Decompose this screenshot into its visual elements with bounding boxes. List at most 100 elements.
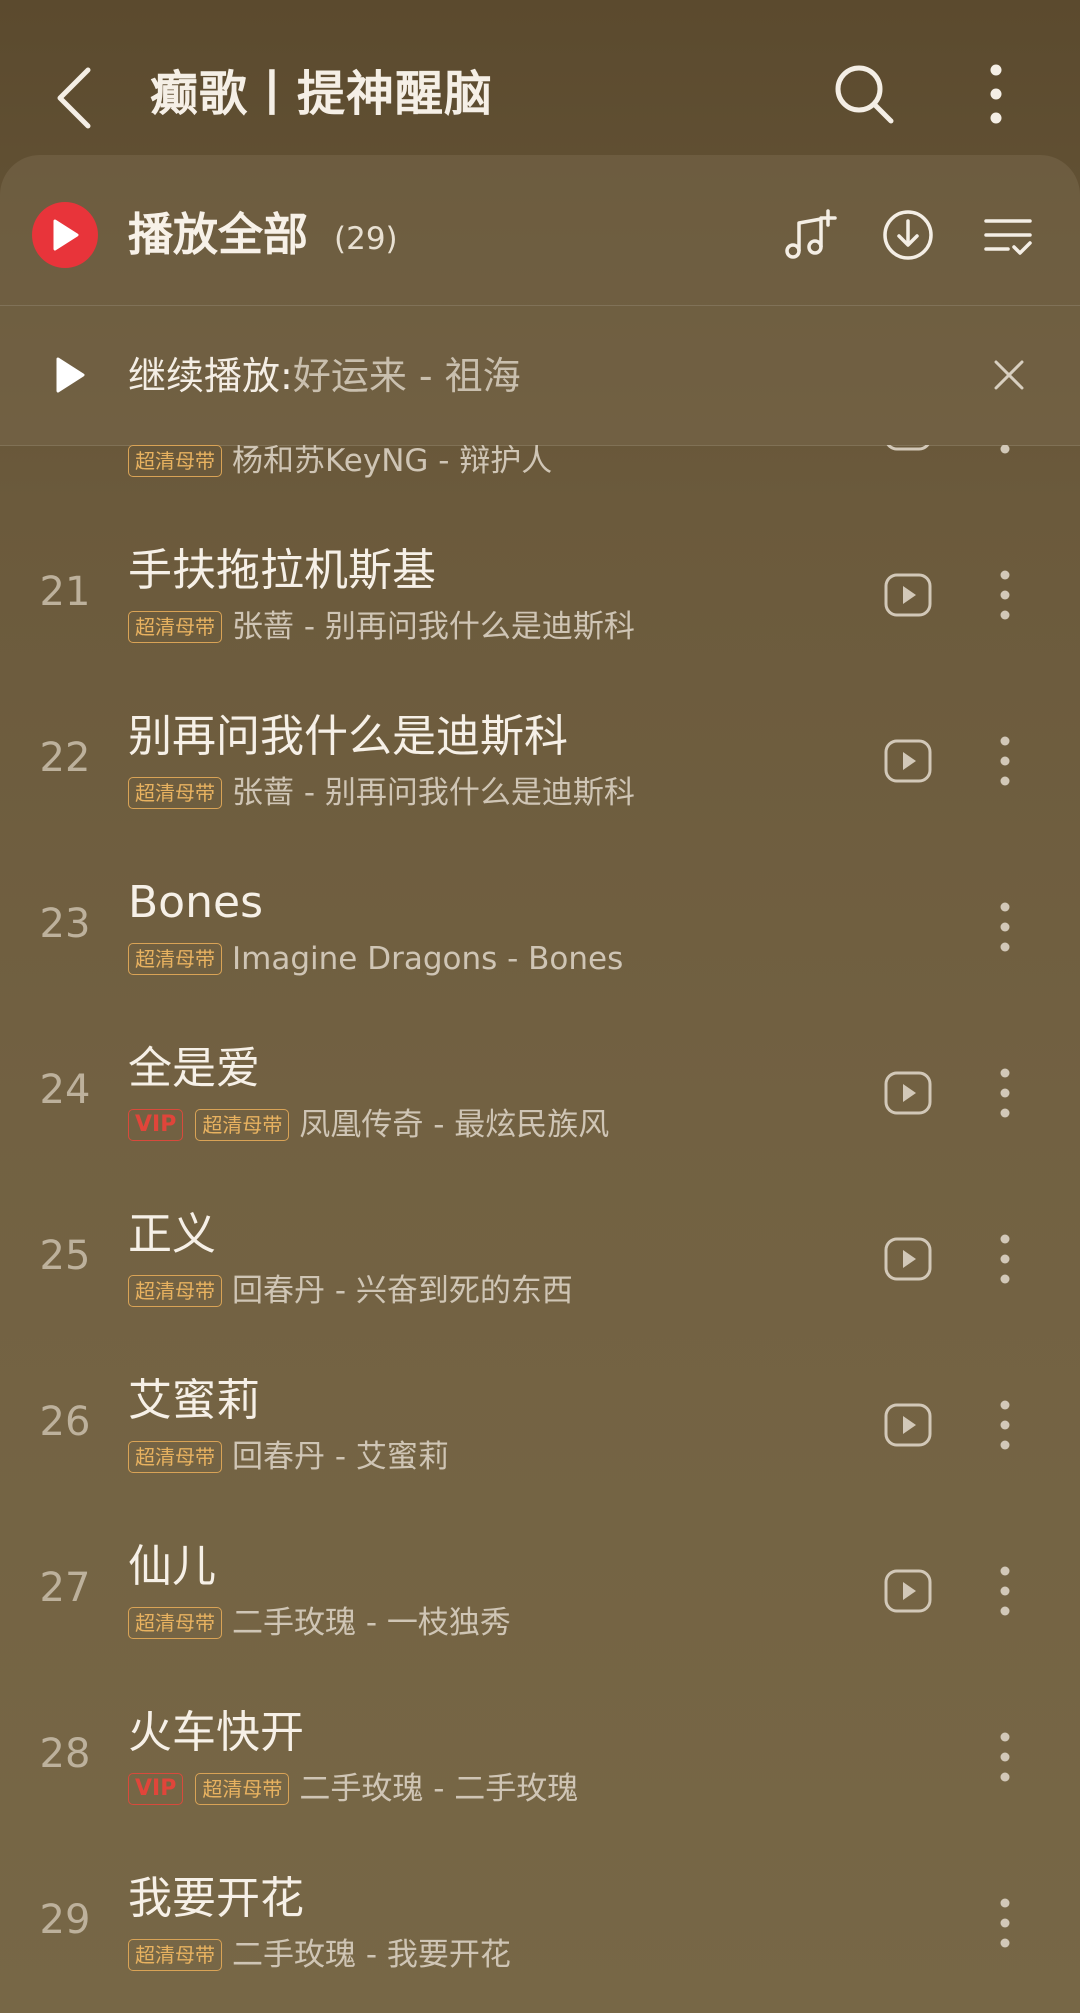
quality-badge: 超清母带: [195, 1109, 290, 1141]
more-vertical-icon: [990, 64, 1002, 124]
song-row[interactable]: 23 Bones 超清母带 Imagine Dragons - Bones: [0, 843, 1080, 1009]
song-list: 20 超清母带 杨和苏KeyNG - 辩护人 21 手扶拖拉机斯基 超清母带 张…: [0, 445, 1080, 2013]
song-row[interactable]: 24 全是爱 VIP 超清母带 凤凰传奇 - 最炫民族风: [0, 1009, 1080, 1175]
more-vertical-icon: [1000, 1732, 1010, 1782]
page-title: 癫歌丨提神醒脑: [150, 66, 494, 122]
song-meta: VIP 超清母带 凤凰传奇 - 最炫民族风: [128, 1105, 609, 1145]
more-vertical-icon: [1000, 902, 1010, 952]
search-button[interactable]: [826, 56, 902, 132]
song-more-button[interactable]: [990, 1063, 1020, 1123]
quality-badge: 超清母带: [195, 1773, 290, 1805]
song-number: 28: [39, 1731, 91, 1777]
playlist-header-panel: 播放全部 (29) 继续播放:好运来 - 祖海: [0, 155, 1080, 446]
more-vertical-icon: [1000, 1234, 1010, 1284]
song-number: 25: [39, 1233, 91, 1279]
song-row[interactable]: 21 手扶拖拉机斯基 超清母带 张蔷 - 别再问我什么是迪斯科: [0, 511, 1080, 677]
song-title: Bones: [128, 877, 263, 928]
mv-button[interactable]: [880, 1397, 936, 1453]
song-more-button[interactable]: [990, 1727, 1020, 1787]
song-row[interactable]: 26 艾蜜莉 超清母带 回春丹 - 艾蜜莉: [0, 1341, 1080, 1507]
back-button[interactable]: [44, 60, 104, 136]
song-number: 23: [39, 901, 91, 947]
quality-badge: 超清母带: [128, 943, 222, 975]
song-row[interactable]: 29 我要开花 超清母带 二手玫瑰 - 我要开花: [0, 1839, 1080, 2005]
more-vertical-icon: [1000, 1400, 1010, 1450]
song-meta: 超清母带 二手玫瑰 - 一枝独秀: [128, 1603, 511, 1643]
chevron-left-icon: [57, 67, 91, 129]
song-more-button[interactable]: [990, 897, 1020, 957]
song-artist-album: 张蔷 - 别再问我什么是迪斯科: [232, 775, 635, 811]
mv-button[interactable]: [880, 567, 936, 623]
search-icon: [835, 65, 894, 124]
mv-button[interactable]: [880, 1231, 936, 1287]
song-title: 火车快开: [128, 1707, 304, 1758]
song-more-button[interactable]: [990, 1561, 1020, 1621]
song-more-button[interactable]: [990, 731, 1020, 791]
quality-badge: 超清母带: [128, 1275, 222, 1307]
song-artist-album: Imagine Dragons - Bones: [232, 941, 624, 977]
video-play-icon: [884, 739, 932, 783]
continue-play-button[interactable]: [50, 350, 90, 400]
song-number: 29: [39, 1897, 91, 1943]
quality-badge: 超清母带: [128, 611, 222, 643]
song-title: 艾蜜莉: [128, 1375, 260, 1426]
song-number: 21: [39, 569, 91, 615]
play-all-label[interactable]: 播放全部: [128, 207, 308, 263]
continue-play-row[interactable]: 继续播放:好运来 - 祖海: [0, 306, 1080, 444]
multi-select-button[interactable]: [978, 205, 1038, 265]
video-play-icon: [884, 1569, 932, 1613]
song-meta: 超清母带 回春丹 - 艾蜜莉: [128, 1437, 449, 1477]
continue-play-label: 继续播放:好运来 - 祖海: [128, 352, 521, 400]
quality-badge: 超清母带: [128, 1607, 222, 1639]
mv-button[interactable]: [880, 733, 936, 789]
more-vertical-icon: [1000, 445, 1010, 454]
close-continue-button[interactable]: [984, 350, 1034, 400]
song-row[interactable]: 25 正义 超清母带 回春丹 - 兴奋到死的东西: [0, 1175, 1080, 1341]
more-vertical-icon: [1000, 570, 1010, 620]
add-to-playlist-button[interactable]: [780, 205, 840, 265]
song-number: 20: [0, 445, 130, 451]
play-icon: [56, 357, 85, 393]
song-title: 别再问我什么是迪斯科: [128, 711, 568, 762]
vip-badge: VIP: [128, 1773, 184, 1805]
song-title: 仙儿: [128, 1541, 216, 1592]
song-row[interactable]: 20 超清母带 杨和苏KeyNG - 辩护人: [0, 445, 1080, 511]
video-play-icon: [884, 1237, 932, 1281]
more-options-button[interactable]: [966, 56, 1026, 132]
song-artist-album: 杨和苏KeyNG - 辩护人: [232, 445, 553, 479]
song-more-button[interactable]: [990, 1893, 1020, 1953]
list-check-icon: [984, 219, 1032, 255]
song-row[interactable]: 22 别再问我什么是迪斯科 超清母带 张蔷 - 别再问我什么是迪斯科: [0, 677, 1080, 843]
mv-button[interactable]: [880, 1563, 936, 1619]
more-vertical-icon: [1000, 1566, 1010, 1616]
song-meta: 超清母带 杨和苏KeyNG - 辩护人: [128, 445, 552, 481]
mv-button[interactable]: [880, 445, 936, 457]
song-more-button[interactable]: [990, 1395, 1020, 1455]
play-circle-icon: [53, 219, 79, 251]
song-number: 24: [39, 1067, 91, 1113]
song-row[interactable]: 28 火车快开 VIP 超清母带 二手玫瑰 - 二手玫瑰: [0, 1673, 1080, 1839]
song-artist-album: 二手玫瑰 - 我要开花: [232, 1937, 511, 1973]
continue-play-song: 好运来 - 祖海: [292, 354, 521, 398]
video-play-icon: [884, 1071, 932, 1115]
song-more-button[interactable]: [990, 1229, 1020, 1289]
song-number: 22: [39, 735, 91, 781]
play-all-button[interactable]: [32, 202, 98, 268]
mv-button[interactable]: [880, 1065, 936, 1121]
song-artist-album: 二手玫瑰 - 一枝独秀: [232, 1605, 511, 1641]
play-all-row: 播放全部 (29): [0, 155, 1080, 306]
song-count: (29): [334, 221, 398, 257]
more-vertical-icon: [1000, 1068, 1010, 1118]
song-title: 手扶拖拉机斯基: [128, 545, 436, 596]
download-icon: [883, 210, 933, 260]
song-artist-album: 回春丹 - 兴奋到死的东西: [232, 1273, 573, 1309]
download-button[interactable]: [878, 205, 938, 265]
song-row[interactable]: 27 仙儿 超清母带 二手玫瑰 - 一枝独秀: [0, 1507, 1080, 1673]
song-artist-album: 回春丹 - 艾蜜莉: [232, 1439, 449, 1475]
song-artist-album: 张蔷 - 别再问我什么是迪斯科: [232, 609, 635, 645]
song-more-button[interactable]: [990, 565, 1020, 625]
music-note-plus-icon: [785, 209, 837, 259]
song-more-button[interactable]: [990, 445, 1020, 459]
song-artist-album: 二手玫瑰 - 二手玫瑰: [299, 1771, 579, 1807]
song-title: 全是爱: [128, 1043, 260, 1094]
